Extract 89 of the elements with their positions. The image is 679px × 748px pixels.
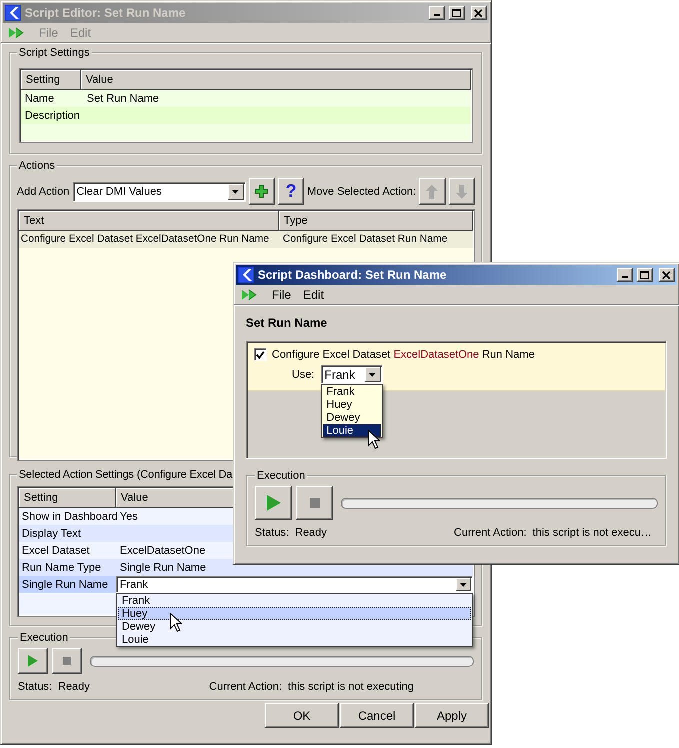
minimize-icon: [622, 276, 628, 278]
caret-icon: [369, 372, 376, 376]
table-cell-text: Run Name Type: [21, 560, 102, 576]
stop-button[interactable]: [296, 486, 333, 520]
group-title: Selected Action Settings (Configure Excel Da: [18, 469, 234, 481]
app-logo-icon: [238, 267, 254, 283]
menu-item[interactable]: Edit: [303, 288, 324, 302]
caret-icon: [460, 582, 467, 586]
dropdown-option[interactable]: Dewey: [322, 411, 381, 424]
current-action-value: this script is not executing: [288, 681, 414, 693]
script-heading: Set Run Name: [246, 316, 328, 330]
window-title: Script Dashboard: Set Run Name: [258, 268, 447, 282]
use-dropdown[interactable]: Frank: [320, 365, 383, 384]
maximize-icon: [452, 8, 462, 18]
group-title: Execution: [19, 632, 70, 644]
status-value: Ready: [58, 681, 90, 693]
maximize-icon: [640, 270, 650, 280]
dialog-button[interactable]: Apply: [415, 703, 489, 728]
current-action-value: this script is not execu…: [532, 527, 652, 539]
status-label: Status:: [255, 527, 290, 539]
mouse-pointer-icon: [368, 430, 380, 449]
minimize-icon: [434, 14, 440, 16]
status-value: Ready: [295, 527, 328, 539]
dialog-button[interactable]: Cancel: [340, 703, 414, 728]
current-action-label: Current Action:: [454, 527, 527, 539]
table-cell-text: Configure Excel Dataset ExcelDatasetOne Run Name: [20, 233, 270, 247]
move-down-button[interactable]: [448, 178, 475, 205]
dropdown-option[interactable]: Frank: [322, 385, 381, 398]
move-up-button[interactable]: [419, 178, 446, 205]
close-button[interactable]: [659, 268, 675, 282]
maximize-button[interactable]: [637, 268, 653, 282]
up-arrow-icon: [426, 184, 438, 198]
table-cell-text: Display Text: [21, 526, 82, 542]
status-label: Status:: [18, 681, 52, 693]
app-logo-icon: [5, 5, 21, 21]
column-header: Setting: [19, 488, 116, 508]
group-title: Script Settings: [18, 47, 91, 59]
help-button[interactable]: ?: [278, 178, 304, 205]
play-icon: [266, 495, 280, 511]
group-title: Actions: [18, 160, 56, 172]
play-button[interactable]: [255, 486, 292, 520]
group-title: Execution: [256, 470, 306, 482]
table-cell-text: Set Run Name: [86, 92, 160, 106]
add-button[interactable]: [248, 178, 276, 205]
minimize-button[interactable]: [617, 268, 633, 282]
dropdown-option[interactable]: Dewey: [118, 620, 471, 633]
table-cell-text: Name: [24, 92, 56, 106]
close-button[interactable]: [471, 6, 487, 20]
table-cell-text: Configure Excel Dataset Run Name: [282, 233, 449, 247]
stop-icon: [63, 657, 71, 665]
dialog-button[interactable]: OK: [265, 703, 339, 728]
checkbox[interactable]: [254, 348, 267, 361]
table-cell-text: ExcelDatasetOne: [119, 544, 207, 558]
down-arrow-icon: [456, 184, 468, 198]
window-title: Script Editor: Set Run Name: [25, 6, 186, 20]
menu-item[interactable]: File: [272, 288, 292, 302]
table-cell-text: Excel Dataset: [21, 544, 91, 558]
column-header: Text: [19, 211, 279, 231]
close-icon: [474, 8, 484, 18]
use-label: Use:: [292, 368, 315, 380]
run-name-dropdown[interactable]: Frank: [116, 576, 473, 593]
column-header: Value: [81, 70, 471, 90]
add-action-dropdown[interactable]: Clear DMI Values: [72, 182, 246, 202]
table-cell-text: Description: [24, 108, 81, 124]
action-label: Configure Excel Dataset ExcelDatasetOne Run Name: [272, 348, 535, 360]
move-action-label: Move Selected Action:: [307, 186, 416, 198]
table-cell-text: Yes: [119, 510, 139, 524]
add-action-label: Add Action: [17, 186, 70, 198]
column-header: Setting: [21, 70, 81, 90]
dropdown-option[interactable]: Huey: [322, 398, 381, 411]
table-cell-text: Show in Dashboard: [21, 510, 116, 524]
stop-button[interactable]: [52, 648, 82, 674]
table-cell-text: Single Run Name: [119, 560, 208, 576]
dropdown-option[interactable]: Huey: [118, 607, 471, 620]
dropdown-option[interactable]: Louie: [118, 633, 471, 646]
close-icon: [662, 270, 672, 280]
plus-icon: [255, 185, 268, 198]
column-header: Type: [279, 211, 473, 231]
mouse-pointer-icon: [170, 613, 182, 632]
current-action-label: Current Action:: [209, 681, 282, 693]
maximize-button[interactable]: [449, 6, 465, 20]
minimize-button[interactable]: [429, 6, 445, 20]
dropdown-option[interactable]: Louie: [322, 424, 381, 437]
play-icon: [28, 655, 38, 667]
caret-icon: [232, 190, 240, 194]
stop-icon: [310, 498, 320, 508]
table-cell: Single Run Name: [19, 576, 116, 593]
play-button[interactable]: [18, 648, 48, 674]
dropdown-option[interactable]: Frank: [118, 594, 471, 607]
